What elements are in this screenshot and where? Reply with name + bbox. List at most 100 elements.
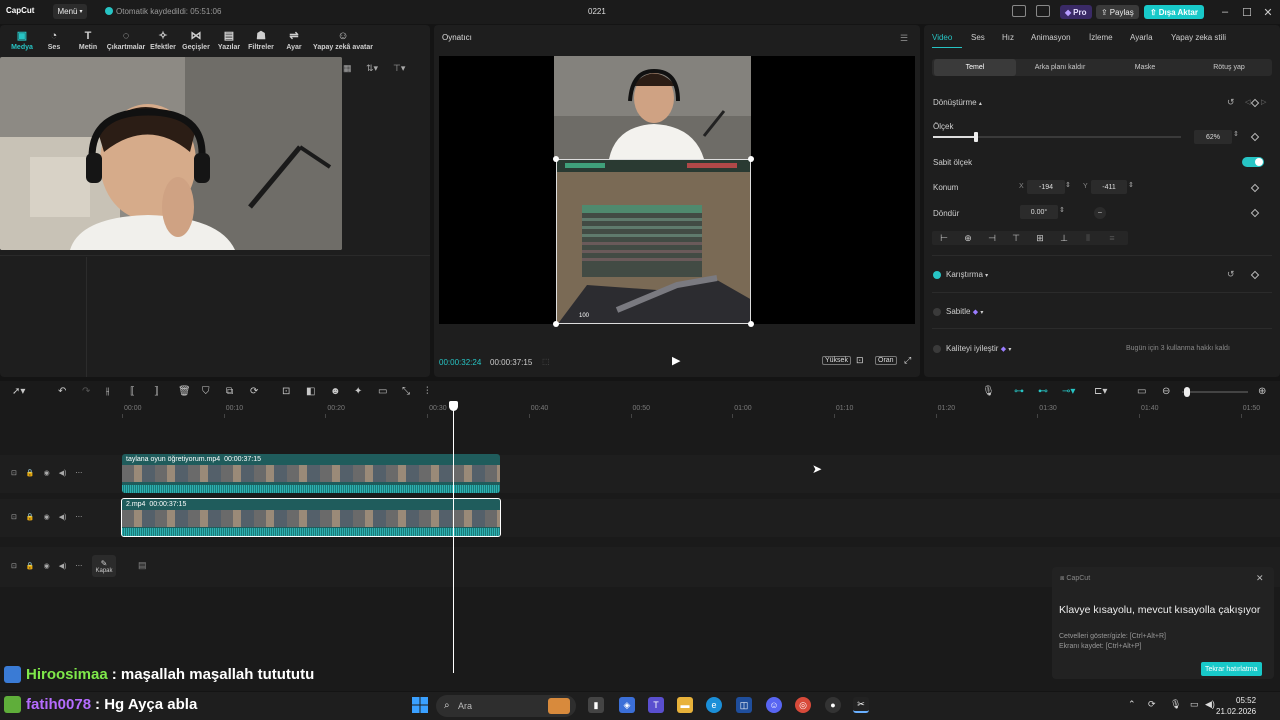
track-preview-icon[interactable]: ⊡ (11, 469, 17, 477)
reset-icon[interactable]: ↺ (1227, 97, 1235, 108)
eye-icon[interactable]: ◉ (44, 513, 50, 521)
track-preview-icon[interactable]: ⊡ (11, 513, 17, 521)
keyframe-prev-icon[interactable]: ◁ (1245, 98, 1250, 106)
play-button[interactable]: ▶ (672, 354, 680, 367)
tray-volume-icon[interactable]: ◀) (1205, 699, 1215, 710)
blend-label[interactable]: Karıştırma ▾ (946, 270, 988, 279)
distribute-h-icon[interactable]: ⫴ (1076, 233, 1100, 244)
tray-mic-icon[interactable]: 🎙 (1170, 699, 1181, 710)
resize-handle[interactable] (553, 321, 559, 327)
tab-speed[interactable]: Hız (1002, 33, 1014, 42)
subtab-retouch[interactable]: Rötuş yap (1188, 59, 1270, 76)
position-x-input[interactable]: -194 (1027, 180, 1065, 194)
maximize-icon[interactable]: ☐ (1239, 4, 1255, 20)
grid-view-icon[interactable]: ▦ (343, 63, 352, 74)
fullscreen-icon[interactable]: ⤢ (904, 355, 911, 366)
project-name[interactable]: 0221 (588, 7, 606, 16)
tab-video[interactable]: Video (932, 33, 952, 42)
tab-tracking[interactable]: İzleme (1089, 33, 1113, 42)
tab-audio[interactable]: Ses (971, 33, 985, 42)
menu-button[interactable]: Menü ▾ (53, 4, 87, 19)
quality-button[interactable]: Yüksek (822, 356, 851, 365)
uniform-scale-toggle[interactable] (1242, 157, 1264, 167)
mute-icon[interactable]: ◀) (59, 469, 67, 477)
tray-sync-icon[interactable]: ⟳ (1148, 699, 1156, 710)
capcut-taskbar-icon[interactable]: ✂ (853, 697, 869, 713)
copilot-icon[interactable]: ◈ (619, 697, 635, 713)
shortcut-icon[interactable] (1036, 5, 1050, 17)
stepper-icon[interactable]: ⇕ (1059, 206, 1065, 214)
taskbar-search[interactable]: ⌕ Ara (436, 695, 576, 717)
keyframe-icon[interactable] (1250, 183, 1260, 193)
distribute-v-icon[interactable]: ≡ (1100, 233, 1124, 243)
task-view-icon[interactable]: ▮ (588, 697, 604, 713)
tab-animation[interactable]: Animasyon (1031, 33, 1071, 42)
mute-icon[interactable]: ◀) (59, 562, 67, 570)
keyframe-icon[interactable] (1250, 208, 1260, 218)
subtab-remove-bg[interactable]: Arka planı kaldır (1018, 59, 1102, 76)
stepper-icon[interactable]: ⇕ (1065, 181, 1071, 189)
eye-icon[interactable]: ◉ (44, 562, 50, 570)
discord-icon[interactable]: ☺ (766, 697, 782, 713)
lock-icon[interactable]: 🔒 (26, 562, 35, 570)
file-explorer-icon[interactable]: ▬ (677, 697, 693, 713)
export-button[interactable]: ⇧ Dışa Aktar (1144, 5, 1204, 19)
video-webcam-layer[interactable] (554, 56, 751, 159)
video-viewport[interactable]: 100 (439, 56, 915, 327)
align-right-icon[interactable]: ⊣ (980, 233, 1004, 244)
tool-stickers[interactable]: ◌ Çıkartmalar (105, 25, 147, 55)
filter-icon[interactable]: ⊤▾ (393, 63, 405, 74)
close-icon[interactable]: ✕ (1260, 4, 1276, 20)
rotate-dial-icon[interactable]: – (1094, 207, 1106, 219)
enhance-label[interactable]: Kaliteyi iyileştir ◆ ▾ (946, 344, 1011, 353)
taskbar-clock[interactable]: 05:52 21.02.2026 (1216, 695, 1256, 717)
timeline-ruler[interactable]: 00:00 00:10 00:20 00:30 00:40 00:50 01:00 01:10… (0, 381, 1280, 421)
obs-icon[interactable]: ● (825, 697, 841, 713)
resize-handle[interactable] (748, 156, 754, 162)
tray-monitor-icon[interactable]: ▭ (1190, 699, 1199, 710)
scale-value[interactable]: 62% (1194, 130, 1232, 144)
store-icon[interactable]: ◫ (736, 697, 752, 713)
tab-ai-style[interactable]: Yapay zeka stili (1171, 33, 1226, 42)
lock-icon[interactable]: 🔒 (26, 469, 35, 477)
dont-remind-button[interactable]: Tekrar hatırlatma (1201, 662, 1262, 676)
keyframe-icon[interactable] (1250, 132, 1260, 142)
keyframe-icon[interactable] (1250, 98, 1260, 108)
playhead-handle[interactable] (449, 401, 458, 411)
mute-icon[interactable]: ◀) (59, 513, 67, 521)
tool-text[interactable]: T Metin (68, 25, 108, 55)
ratio-button[interactable]: Oran (875, 356, 897, 365)
stepper-icon[interactable]: ⇕ (1233, 130, 1239, 138)
timecode-icon[interactable]: ⬚ (542, 357, 550, 366)
align-center-v-icon[interactable]: ⊞ (1028, 233, 1052, 244)
eye-icon[interactable]: ◉ (44, 469, 50, 477)
transform-section-label[interactable]: Dönüştürme ▴ (933, 98, 982, 107)
tab-adjust[interactable]: Ayarla (1130, 33, 1153, 42)
blend-checkbox[interactable] (933, 271, 941, 279)
playhead-line[interactable] (453, 403, 454, 673)
share-button[interactable]: ⇪ Paylaş (1096, 5, 1139, 19)
scale-slider-handle[interactable] (974, 132, 979, 142)
windows-start-icon[interactable] (412, 697, 428, 713)
add-media-icon[interactable]: ▤ (138, 560, 147, 571)
keyframe-icon[interactable] (1250, 270, 1260, 280)
enhance-checkbox[interactable] (933, 345, 941, 353)
stabilize-checkbox[interactable] (933, 308, 941, 316)
screenshot-icon[interactable]: ⊡ (856, 355, 864, 366)
video-clip-overlay[interactable]: taylana oyun öğretiyorum.mp4 00:00:37:15 (122, 454, 500, 493)
sort-icon[interactable]: ⇅▾ (366, 63, 378, 74)
lock-icon[interactable]: 🔒 (26, 513, 35, 521)
align-left-icon[interactable]: ⊢ (932, 233, 956, 244)
resize-handle[interactable] (553, 156, 559, 162)
tool-ai-avatar[interactable]: ☺ Yapay zekâ avatar (311, 25, 375, 55)
edge-icon[interactable]: e (706, 697, 722, 713)
tray-chevron-icon[interactable]: ⌃ (1128, 699, 1136, 710)
layout-icon[interactable] (1012, 5, 1026, 17)
menu-icon[interactable]: ☰ (900, 33, 908, 44)
minimize-icon[interactable]: – (1217, 4, 1233, 20)
teams-icon[interactable]: T (648, 697, 664, 713)
video-clip-main[interactable]: 2.mp4 00:00:37:15 (121, 498, 501, 537)
subtab-mask[interactable]: Maske (1104, 59, 1186, 76)
position-y-input[interactable]: -411 (1091, 180, 1127, 194)
more-icon[interactable]: ⋯ (75, 513, 82, 521)
